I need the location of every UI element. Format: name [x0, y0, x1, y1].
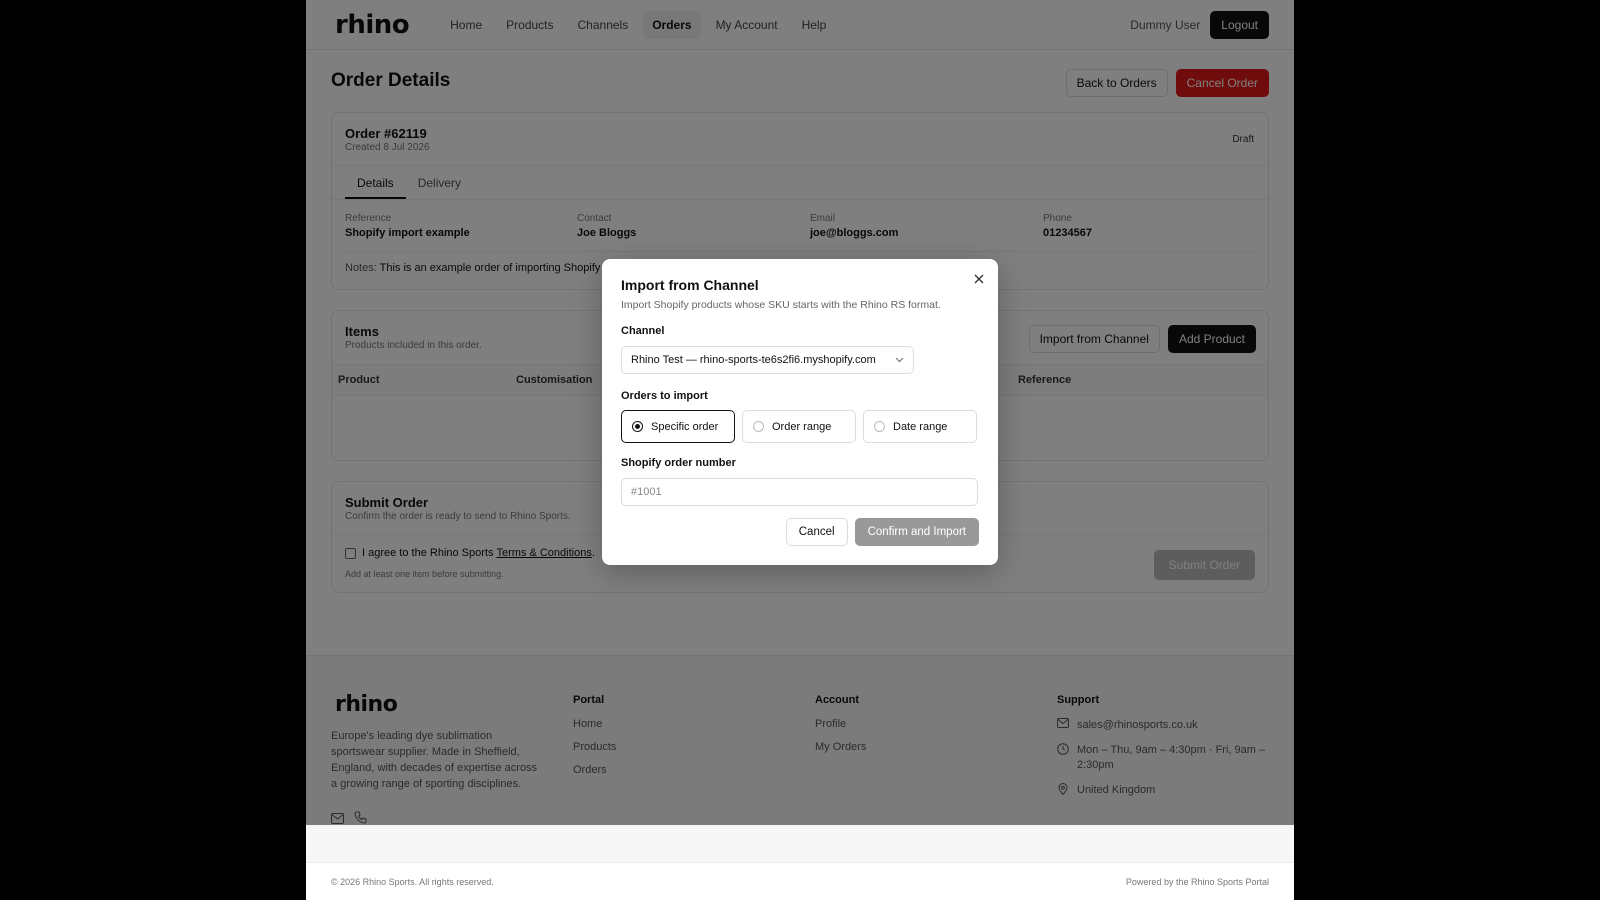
radio-empty-icon — [753, 421, 764, 432]
copyright: © 2026 Rhino Sports. All rights reserved… — [331, 877, 494, 887]
radio-empty-icon — [874, 421, 885, 432]
close-icon[interactable] — [974, 271, 984, 287]
shopify-order-number-input[interactable] — [621, 478, 978, 506]
modal-title: Import from Channel — [621, 277, 759, 293]
modal-subtitle: Import Shopify products whose SKU starts… — [621, 299, 941, 311]
option-label: Specific order — [651, 420, 719, 433]
radio-selected-icon — [632, 421, 643, 432]
modal-actions: Cancel Confirm and Import — [785, 518, 979, 546]
import-from-channel-modal: Import from Channel Import Shopify produ… — [602, 259, 998, 565]
option-label: Date range — [893, 420, 948, 433]
powered-by: Powered by the Rhino Sports Portal — [1125, 877, 1269, 887]
option-date-range[interactable]: Date range — [863, 410, 977, 443]
footer-bottom: © 2026 Rhino Sports. All rights reserved… — [306, 862, 1294, 900]
channel-select[interactable]: Rhino Test — rhino-sports-te6s2fi6.mysho… — [621, 346, 914, 374]
import-mode-options: Specific order Order range Date range — [621, 410, 977, 443]
shopify-order-number-label: Shopify order number — [621, 457, 736, 469]
option-specific-order[interactable]: Specific order — [621, 410, 735, 443]
option-order-range[interactable]: Order range — [742, 410, 856, 443]
app-viewport: rhino Home Products Channels Orders My A… — [306, 0, 1294, 900]
option-label: Order range — [772, 420, 832, 433]
channel-label: Channel — [621, 325, 665, 337]
confirm-and-import-button[interactable]: Confirm and Import — [854, 518, 979, 546]
orders-to-import-label: Orders to import — [621, 390, 708, 402]
cancel-button[interactable]: Cancel — [785, 518, 848, 546]
channel-select-value: Rhino Test — rhino-sports-te6s2fi6.mysho… — [631, 354, 876, 366]
chevron-down-icon — [895, 355, 904, 366]
